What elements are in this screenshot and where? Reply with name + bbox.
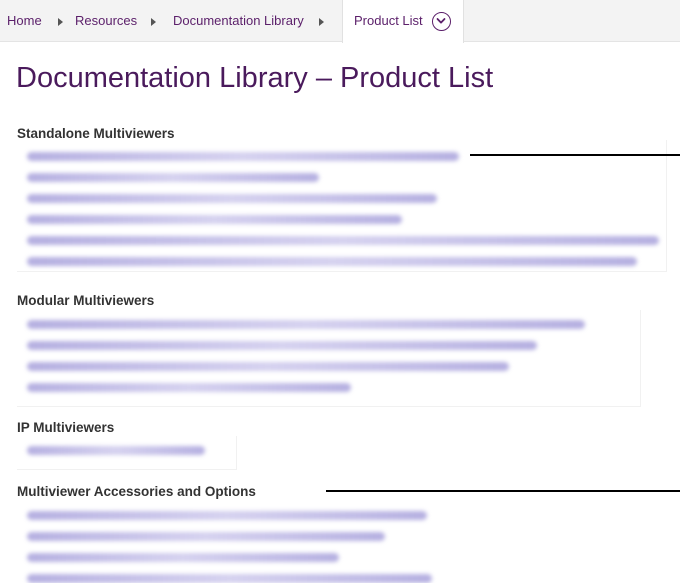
section-heading-ip: IP Multiviewers — [17, 420, 115, 435]
breadcrumb-documentation-library-link[interactable]: Documentation Library — [173, 0, 304, 42]
redacted-link[interactable] — [27, 320, 585, 329]
redacted-link[interactable] — [27, 173, 319, 182]
divider-line — [470, 154, 680, 156]
redacted-link[interactable] — [27, 362, 509, 371]
redacted-link[interactable] — [27, 194, 437, 203]
redacted-link[interactable] — [27, 215, 402, 224]
redacted-link[interactable] — [27, 236, 659, 245]
breadcrumb-separator-icon — [319, 18, 324, 26]
redacted-link[interactable] — [27, 574, 432, 583]
section-heading-standalone: Standalone Multiviewers — [17, 126, 175, 141]
divider-line — [326, 490, 680, 492]
page-title: Documentation Library – Product List — [16, 62, 494, 94]
redacted-link[interactable] — [27, 553, 339, 562]
redacted-link[interactable] — [27, 341, 537, 350]
breadcrumb-home-link[interactable]: Home — [7, 0, 42, 42]
redacted-link[interactable] — [27, 532, 385, 541]
breadcrumb-current-item[interactable]: Product List — [342, 0, 464, 43]
redacted-link[interactable] — [27, 257, 637, 266]
breadcrumb-separator-icon — [58, 18, 63, 26]
redacted-link[interactable] — [27, 152, 459, 161]
section-heading-accessories: Multiviewer Accessories and Options — [17, 484, 256, 499]
redacted-link[interactable] — [27, 511, 427, 520]
redacted-link[interactable] — [27, 383, 351, 392]
chevron-down-circle-icon[interactable] — [432, 12, 451, 31]
section-heading-modular: Modular Multiviewers — [17, 293, 155, 308]
breadcrumb: Home Resources Documentation Library Pro… — [0, 0, 680, 43]
breadcrumb-current-label: Product List — [354, 13, 423, 28]
redacted-link[interactable] — [27, 446, 205, 455]
breadcrumb-separator-icon — [151, 18, 156, 26]
breadcrumb-resources-link[interactable]: Resources — [75, 0, 137, 42]
